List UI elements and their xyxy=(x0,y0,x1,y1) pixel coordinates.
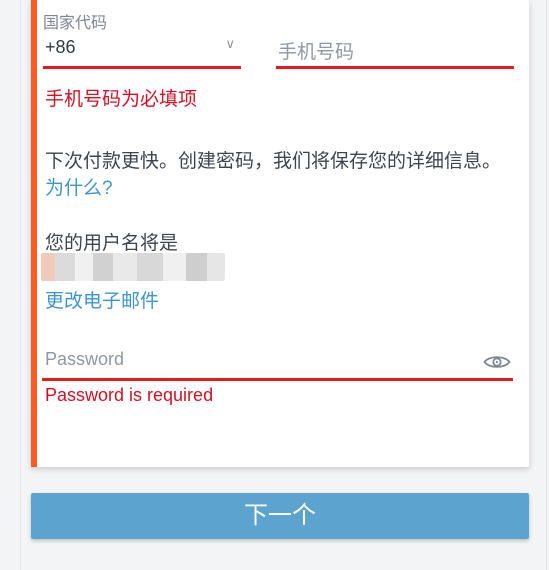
next-button[interactable]: 下一个 xyxy=(31,493,529,539)
redacted-username xyxy=(41,253,225,281)
eye-icon[interactable] xyxy=(483,353,511,371)
password-placeholder: Password xyxy=(45,349,125,369)
chevron-down-icon: ∨ xyxy=(225,36,235,51)
country-code-value: +86 xyxy=(45,37,76,57)
right-border-line xyxy=(546,0,547,570)
checkout-form-card: 国家代码 +86 ∨ 手机号码 手机号码为必填项 下次付款更快。创建密码，我们将… xyxy=(31,0,529,467)
username-label: 您的用户名将是 xyxy=(45,233,179,254)
phone-number-placeholder: 手机号码 xyxy=(278,42,355,63)
save-info-text: 下次付款更快。创建密码，我们将保存您的详细信息。 xyxy=(45,151,502,172)
country-code-select[interactable]: +86 ∨ xyxy=(43,32,241,69)
change-email-link[interactable]: 更改电子邮件 xyxy=(45,286,159,313)
country-code-label: 国家代码 xyxy=(43,15,108,32)
save-info-description: 下次付款更快。创建密码，我们将保存您的详细信息。为什么? xyxy=(45,148,505,202)
left-border-line xyxy=(20,0,21,570)
why-link[interactable]: 为什么? xyxy=(45,178,113,199)
password-error-message: Password is required xyxy=(45,385,214,405)
page: 国家代码 +86 ∨ 手机号码 手机号码为必填项 下次付款更快。创建密码，我们将… xyxy=(0,0,549,570)
phone-number-input[interactable]: 手机号码 xyxy=(276,32,514,69)
active-section-accent-bar xyxy=(31,0,37,467)
password-input[interactable]: Password xyxy=(42,342,513,381)
phone-error-message: 手机号码为必填项 xyxy=(45,89,198,110)
